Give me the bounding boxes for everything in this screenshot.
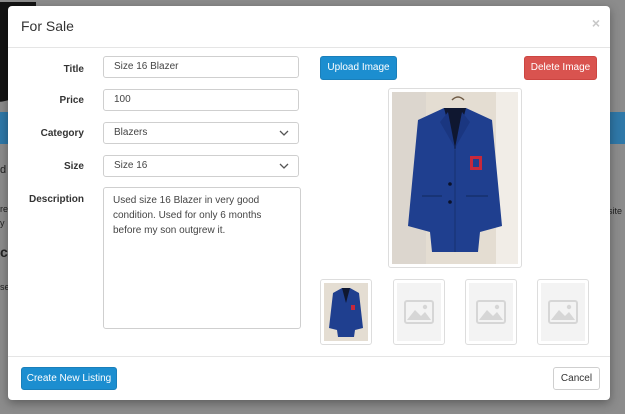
upload-image-button[interactable]: Upload Image <box>320 56 397 80</box>
modal-header: For Sale × <box>8 6 610 48</box>
thumbnail-selected[interactable] <box>320 279 372 345</box>
image-placeholder-icon <box>541 283 585 341</box>
blazer-photo <box>392 92 518 264</box>
modal-footer: Create New Listing Cancel <box>8 356 610 401</box>
modal-title: For Sale <box>21 18 74 34</box>
title-label: Title <box>63 64 84 75</box>
close-button[interactable]: × <box>592 16 600 30</box>
category-select[interactable]: Blazers <box>103 122 299 144</box>
chevron-down-icon <box>279 130 289 136</box>
title-input[interactable]: Size 16 Blazer <box>103 56 299 78</box>
image-placeholder-icon <box>397 283 441 341</box>
size-selected-value: Size 16 <box>114 160 148 171</box>
background-text: re <box>0 204 9 214</box>
for-sale-modal: For Sale × Title Size 16 Blazer Price 10… <box>8 6 610 400</box>
thumbnail-empty[interactable] <box>393 279 445 345</box>
background-text: d <box>0 164 7 176</box>
background-text: y <box>0 218 5 228</box>
size-label: Size <box>63 161 84 172</box>
category-label: Category <box>40 128 84 139</box>
delete-image-button[interactable]: Delete Image <box>524 56 597 80</box>
create-new-listing-button[interactable]: Create New Listing <box>21 367 117 390</box>
description-label: Description <box>28 194 84 205</box>
description-textarea[interactable]: Used size 16 Blazer in very good conditi… <box>103 187 301 329</box>
thumbnail-empty[interactable] <box>537 279 589 345</box>
chevron-down-icon <box>279 163 289 169</box>
price-input[interactable]: 100 <box>103 89 299 111</box>
background-text: site <box>608 206 623 216</box>
blazer-thumbnail <box>324 283 368 341</box>
thumbnail-empty[interactable] <box>465 279 517 345</box>
main-image-preview <box>388 88 522 268</box>
category-selected-value: Blazers <box>114 127 148 138</box>
price-label: Price <box>59 95 84 106</box>
cancel-button[interactable]: Cancel <box>553 367 600 390</box>
image-placeholder-icon <box>469 283 513 341</box>
size-select[interactable]: Size 16 <box>103 155 299 177</box>
